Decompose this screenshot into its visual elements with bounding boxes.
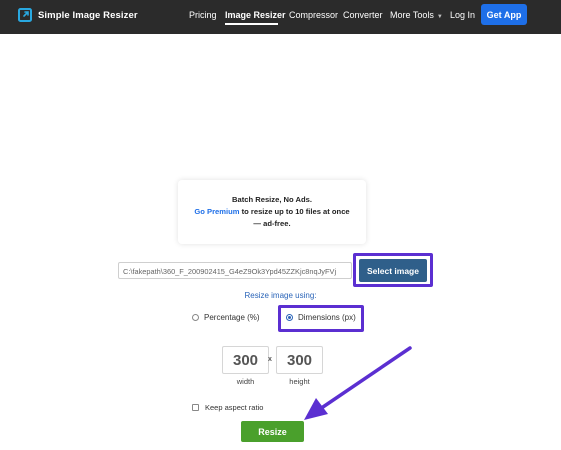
percentage-option[interactable]: Percentage (%) — [192, 313, 260, 322]
dimensions-radio[interactable] — [286, 314, 293, 321]
nav-link-pricing[interactable]: Pricing — [189, 10, 217, 20]
height-input[interactable]: 300 — [276, 346, 323, 374]
promo-headline: Batch Resize, No Ads. — [232, 195, 312, 204]
resize-button[interactable]: Resize — [241, 421, 304, 442]
file-path-field[interactable]: C:\fakepath\360_F_200902415_G4eZ9Ok3Ypd4… — [118, 262, 352, 279]
resize-logo-icon[interactable] — [18, 8, 32, 22]
active-tab-underline — [225, 23, 278, 25]
nav-link-image-resizer[interactable]: Image Resizer — [225, 10, 286, 20]
promo-line-2: Go Premium to resize up to 10 files at o… — [178, 206, 366, 218]
nav-link-compressor[interactable]: Compressor — [289, 10, 338, 20]
select-image-button[interactable]: Select image — [359, 259, 427, 282]
promo-line-2-text: to resize up to 10 files at once — [239, 207, 350, 216]
keep-aspect-ratio-label: Keep aspect ratio — [205, 403, 264, 412]
resize-using-label: Resize image using: — [244, 291, 317, 300]
width-label: width — [236, 377, 255, 386]
top-navbar: Simple Image Resizer Pricing Image Resiz… — [0, 0, 561, 34]
radio-selected-dot — [288, 316, 291, 319]
nav-link-converter[interactable]: Converter — [343, 10, 383, 20]
keep-aspect-ratio-option[interactable]: Keep aspect ratio — [192, 403, 263, 412]
width-input[interactable]: 300 — [222, 346, 269, 374]
keep-aspect-ratio-checkbox[interactable] — [192, 404, 199, 411]
percentage-radio[interactable] — [192, 314, 199, 321]
go-premium-link[interactable]: Go Premium — [194, 207, 239, 216]
dimensions-option[interactable]: Dimensions (px) — [286, 313, 356, 322]
height-label: height — [289, 377, 310, 386]
times-separator: x — [268, 356, 272, 363]
login-link[interactable]: Log In — [450, 10, 475, 20]
get-app-button[interactable]: Get App — [481, 4, 527, 25]
premium-promo-card: Batch Resize, No Ads. Go Premium to resi… — [178, 180, 366, 244]
dimensions-label: Dimensions (px) — [298, 313, 356, 322]
brand-name[interactable]: Simple Image Resizer — [38, 10, 138, 21]
chevron-down-icon: ▼ — [436, 14, 443, 20]
nav-link-more-tools[interactable]: More Tools ▼ — [390, 10, 443, 20]
more-tools-label: More Tools — [390, 10, 434, 20]
promo-line-3: — ad-free. — [253, 219, 291, 228]
percentage-label: Percentage (%) — [204, 313, 260, 322]
